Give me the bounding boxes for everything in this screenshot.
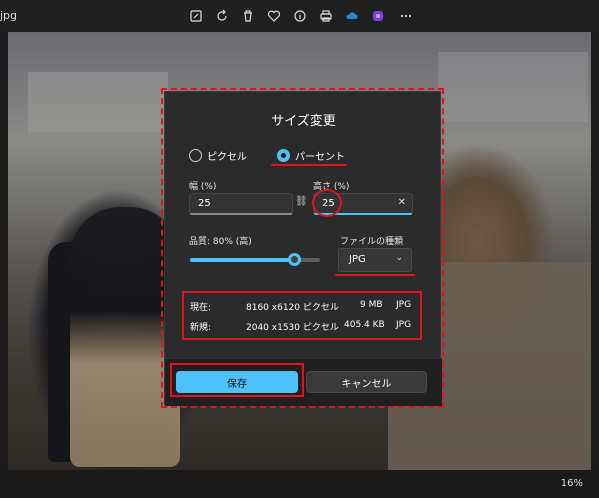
annotation-circle [312, 189, 342, 217]
top-toolbar: jpg [0, 0, 599, 32]
zoom-level[interactable]: 16% [561, 478, 583, 489]
current-filesize: 9 MB [360, 300, 383, 310]
current-filetype: JPG [396, 300, 412, 310]
dialog-title: サイズ変更 [271, 114, 336, 129]
filetype-select[interactable]: JPG ⌄ [338, 248, 412, 272]
new-filesize: 405.4 KB [344, 320, 385, 330]
chevron-down-icon: ⌄ [395, 253, 403, 263]
print-icon[interactable] [318, 8, 334, 24]
onedrive-icon[interactable] [344, 8, 360, 24]
annotation-save-box [170, 363, 304, 397]
filetype-label: ファイルの種類 [340, 237, 404, 247]
new-label: 新規: [190, 323, 212, 333]
resize-dialog: サイズ変更 ピクセル パーセント 幅 (%) 25 ⛓ 高さ (%) 25 ✕ … [164, 91, 442, 406]
percent-radio-label: パーセント [295, 152, 345, 163]
quality-label: 品質: 80% (高) [189, 237, 252, 247]
new-dimensions: 2040 x1530 ピクセル [246, 323, 339, 333]
link-aspect-icon[interactable]: ⛓ [295, 196, 308, 207]
clipchamp-icon[interactable] [370, 8, 386, 24]
annotation-underline [271, 164, 347, 166]
width-field[interactable]: 25 [189, 193, 293, 215]
width-value: 25 [198, 198, 211, 209]
building [438, 52, 588, 122]
annotation-underline [335, 274, 415, 276]
rotate-icon[interactable] [214, 8, 230, 24]
size-info-box: 現在: 8160 x6120 ピクセル 9 MB JPG 新規: 2040 x1… [182, 291, 422, 340]
radio-circle [189, 149, 202, 162]
current-dimensions: 8160 x6120 ピクセル [246, 303, 339, 313]
new-filetype: JPG [396, 320, 412, 330]
slider-fill [190, 258, 294, 262]
favorite-icon[interactable] [266, 8, 282, 24]
pixel-radio-label: ピクセル [207, 152, 247, 163]
current-label: 現在: [190, 303, 212, 313]
status-bar: 16% [0, 470, 599, 498]
clear-icon[interactable]: ✕ [398, 197, 406, 208]
slider-thumb[interactable] [288, 253, 301, 266]
percent-radio[interactable]: パーセント [277, 148, 345, 163]
width-label: 幅 (%) [189, 182, 217, 192]
delete-icon[interactable] [240, 8, 256, 24]
radio-circle-selected [277, 149, 290, 162]
edit-image-icon[interactable] [188, 8, 204, 24]
more-icon[interactable] [398, 8, 414, 24]
cancel-button[interactable]: キャンセル [306, 371, 427, 393]
info-icon[interactable] [292, 8, 308, 24]
pixel-radio[interactable]: ピクセル [189, 148, 247, 163]
window-filename: jpg [0, 9, 18, 22]
building [28, 72, 168, 132]
quality-slider[interactable] [190, 253, 320, 266]
filetype-value: JPG [349, 254, 366, 265]
